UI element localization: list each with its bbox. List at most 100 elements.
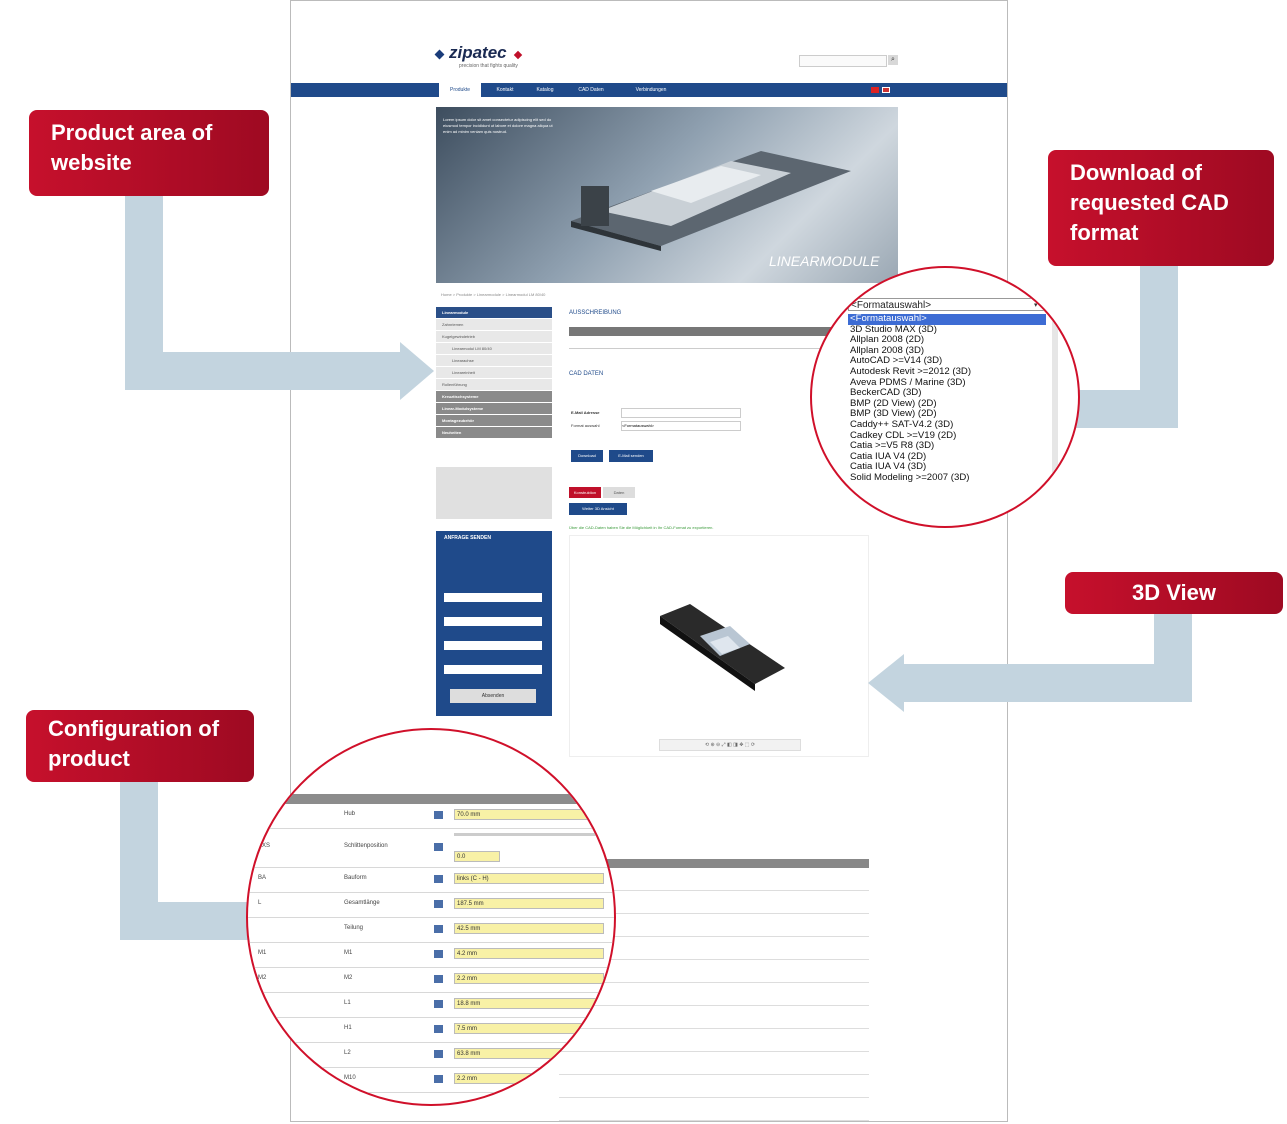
table-icon[interactable] bbox=[434, 1025, 443, 1033]
format-option[interactable]: Autodesk Revit >=2012 (3D) bbox=[848, 366, 1046, 378]
table-icon[interactable] bbox=[434, 975, 443, 983]
inquiry-phone-field[interactable] bbox=[444, 641, 542, 650]
nav-cad-daten[interactable]: CAD Daten bbox=[569, 83, 613, 97]
inquiry-title: ANFRAGE SENDEN bbox=[444, 535, 491, 541]
spec-table-header bbox=[569, 327, 859, 336]
nav-kontakt[interactable]: Kontakt bbox=[485, 83, 525, 97]
sidebar-item[interactable]: Linear-Modulsysteme bbox=[436, 403, 552, 414]
product-sidebar: Linearmodule Zahnriemen Kugelgewindetrie… bbox=[436, 307, 552, 439]
inquiry-name-field[interactable] bbox=[444, 593, 542, 602]
config-value-field[interactable]: 187.5 mm bbox=[454, 898, 604, 909]
config-value-field[interactable]: 0.0 bbox=[454, 851, 500, 862]
inquiry-form: ANFRAGE SENDEN Absenden bbox=[436, 531, 552, 716]
table-row: L1 L1 18.8 mm bbox=[248, 993, 614, 1018]
site-logo[interactable]: zipatec bbox=[434, 43, 522, 63]
format-option[interactable]: <Formatauswahl> bbox=[848, 313, 1046, 325]
sidebar-item[interactable]: Montagezubehör bbox=[436, 415, 552, 426]
viewer-toolbar[interactable]: ⟲ ⊕ ⊖ ⤢ ◧ ◨ ✥ ⬚ ⟳ bbox=[659, 739, 801, 751]
table-row: L Gesamtlänge 187.5 mm bbox=[248, 893, 614, 918]
table-icon[interactable] bbox=[434, 843, 443, 851]
nav-katalog[interactable]: Katalog bbox=[527, 83, 563, 97]
table-row: Hub 70.0 mm bbox=[248, 804, 614, 829]
config-value-field[interactable]: links (C - H) bbox=[454, 873, 604, 884]
email-send-button[interactable]: E-Mail senden bbox=[609, 450, 653, 462]
format-select[interactable]: <Formatauswahl> bbox=[848, 298, 1046, 311]
logo-blue-diamond-icon bbox=[434, 49, 445, 60]
sidebar-item[interactable]: Kugelgewindetrieb bbox=[436, 331, 552, 342]
table-icon[interactable] bbox=[434, 811, 443, 819]
inquiry-email-field[interactable] bbox=[444, 665, 542, 674]
3d-view-button[interactable]: Weiter 3D Ansicht bbox=[569, 503, 627, 515]
nav-produkte[interactable]: Produkte bbox=[439, 83, 481, 97]
table-row: Teilung 42.5 mm bbox=[248, 918, 614, 943]
search-icon[interactable]: ⌕ bbox=[888, 55, 898, 65]
table-icon[interactable] bbox=[434, 1050, 443, 1058]
config-value-field[interactable]: 2.2 mm bbox=[454, 1073, 604, 1084]
breadcrumb[interactable]: Home > Produkte > Linearmodule > Linearm… bbox=[441, 292, 545, 297]
linear-module-image bbox=[571, 151, 851, 251]
flag-en-icon[interactable] bbox=[882, 87, 890, 93]
search-input[interactable] bbox=[799, 55, 887, 67]
inquiry-submit-button[interactable]: Absenden bbox=[450, 689, 536, 703]
config-value-field[interactable]: 70.0 mm bbox=[454, 809, 604, 820]
callout-configuration: Configuration of product bbox=[26, 710, 254, 782]
sidebar-item[interactable]: Rollenführung bbox=[436, 379, 552, 390]
logo-red-diamond-icon bbox=[513, 50, 522, 60]
main-nav: Produkte Kontakt Katalog CAD Daten Verbi… bbox=[291, 83, 1007, 97]
3d-viewer[interactable] bbox=[569, 535, 869, 757]
info-box bbox=[436, 467, 552, 519]
arrow-product-horizontal bbox=[125, 352, 405, 390]
config-value-field[interactable]: 4.2 mm bbox=[454, 948, 604, 959]
arrow-download-horizontal bbox=[1070, 390, 1178, 428]
chevron-down-icon[interactable]: ▾ bbox=[1034, 301, 1038, 309]
table-icon[interactable] bbox=[434, 900, 443, 908]
banner-title: LINEARMODULE bbox=[769, 253, 880, 269]
table-row bbox=[559, 1098, 869, 1121]
config-value-field[interactable]: 2.2 mm bbox=[454, 973, 604, 984]
table-icon[interactable] bbox=[434, 875, 443, 883]
config-value-field[interactable]: 42.5 mm bbox=[454, 923, 604, 934]
nav-verbindungen[interactable]: Verbindungen bbox=[621, 83, 681, 97]
dropdown-scrollbar[interactable] bbox=[1052, 314, 1058, 484]
table-row: BA Bauform links (C - H) bbox=[248, 868, 614, 893]
sidebar-item[interactable]: Linearachse bbox=[436, 355, 552, 366]
inquiry-company-field[interactable] bbox=[444, 617, 542, 626]
cad-format-select[interactable]: <Formatauswahl> bbox=[621, 421, 741, 431]
3d-model[interactable] bbox=[650, 596, 800, 696]
config-value-field[interactable]: 18.8 mm bbox=[454, 998, 604, 1009]
sidebar-item[interactable]: Kreuztischsysteme bbox=[436, 391, 552, 402]
section-ausschreibung: AUSSCHREIBUNG bbox=[569, 310, 622, 316]
tab-konstruktion[interactable]: Konstruktion bbox=[569, 487, 601, 498]
tab-daten[interactable]: Daten bbox=[603, 487, 635, 498]
site-tagline: precision that fights quality bbox=[459, 63, 518, 69]
cad-email-label: E-Mail Adresse bbox=[571, 410, 600, 415]
sidebar-item[interactable]: Zahnriemen bbox=[436, 319, 552, 330]
arrow-product-head-icon bbox=[400, 342, 434, 400]
config-table: Hub 70.0 mm XXS Schlittenposition 0.0 BA Bau… bbox=[248, 804, 614, 1093]
table-row: XXS Schlittenposition 0.0 bbox=[248, 829, 614, 868]
configuration-zoom-circle: Hub 70.0 mm XXS Schlittenposition 0.0 BA Bau… bbox=[246, 728, 616, 1106]
sidebar-item[interactable]: Neuheiten bbox=[436, 427, 552, 438]
table-row: M2 M2 2.2 mm bbox=[248, 968, 614, 993]
config-value-field[interactable]: 7.5 mm bbox=[454, 1023, 604, 1034]
table-icon[interactable] bbox=[434, 1075, 443, 1083]
sidebar-item[interactable]: Linearmodul LM 80/40 bbox=[436, 343, 552, 354]
table-icon[interactable] bbox=[434, 925, 443, 933]
config-value-field[interactable]: 63.8 mm bbox=[454, 1048, 604, 1059]
sidebar-item[interactable]: Linearmodule bbox=[436, 307, 552, 318]
table-row: M10 2.2 mm bbox=[248, 1068, 614, 1093]
format-option[interactable]: Solid Modeling >=2007 (3D) bbox=[848, 472, 1046, 484]
format-option[interactable]: Caddy++ SAT-V4.2 (3D) bbox=[848, 419, 1046, 431]
arrow-3d-horizontal bbox=[900, 664, 1192, 702]
sidebar-item[interactable]: Lineareinheit bbox=[436, 367, 552, 378]
format-dropdown-list: <Formatauswahl> 3D Studio MAX (3D) Allpl… bbox=[848, 313, 1046, 484]
cad-email-input[interactable] bbox=[621, 408, 741, 418]
table-icon[interactable] bbox=[434, 1000, 443, 1008]
position-slider[interactable] bbox=[454, 833, 604, 836]
cad-format-label: Format auswahl bbox=[571, 423, 600, 428]
table-icon[interactable] bbox=[434, 950, 443, 958]
download-button[interactable]: Download bbox=[571, 450, 603, 462]
flag-de-icon[interactable] bbox=[871, 87, 879, 93]
table-row: H1 H1 7.5 mm bbox=[248, 1018, 614, 1043]
table-row: M1 M1 4.2 mm bbox=[248, 943, 614, 968]
